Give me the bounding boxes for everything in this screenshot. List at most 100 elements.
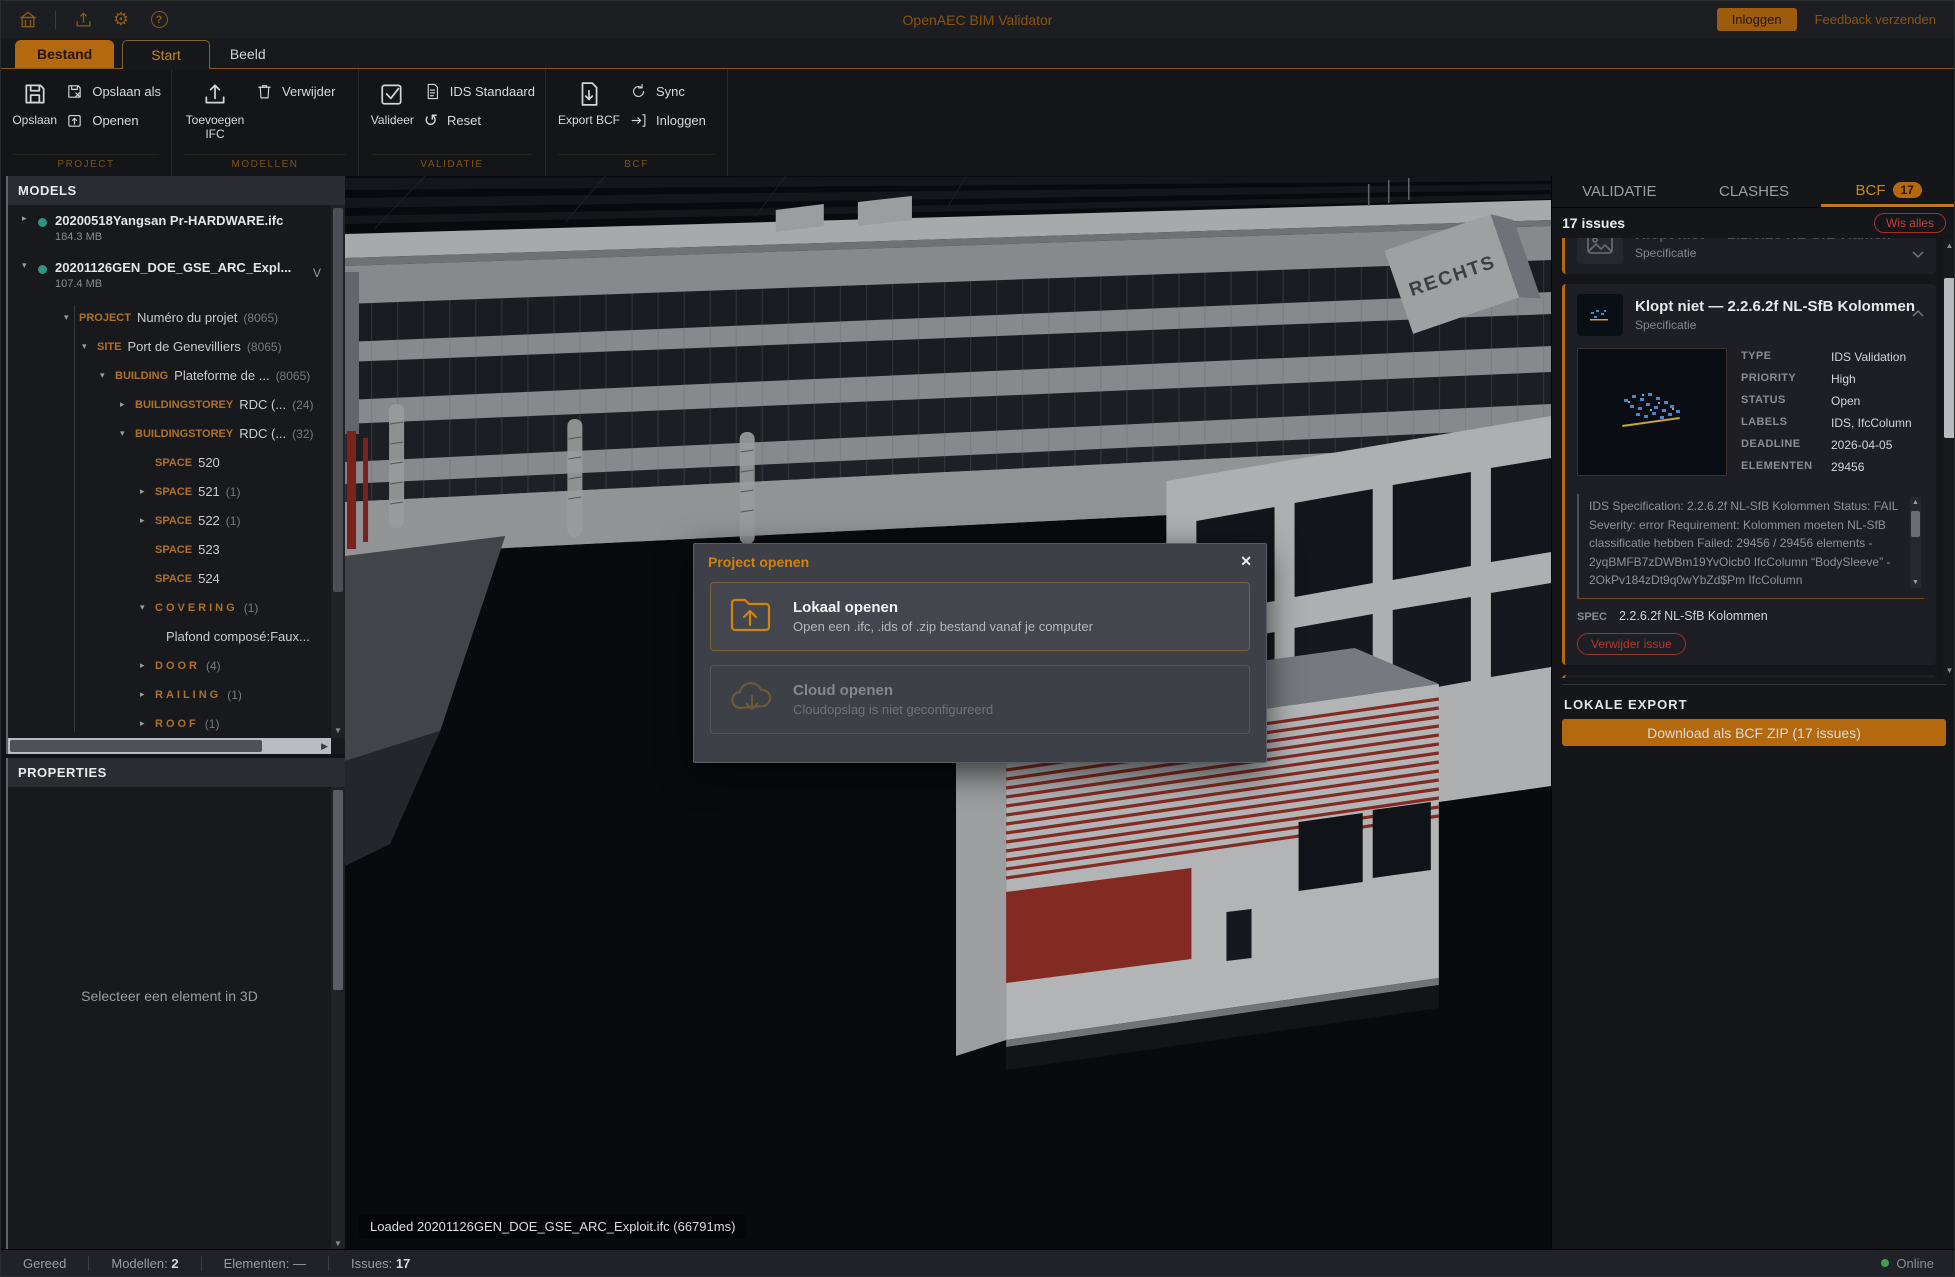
- expand-arrow-icon[interactable]: ▾: [140, 602, 155, 613]
- tab-bestand[interactable]: Bestand: [15, 40, 114, 68]
- issue-preview-image[interactable]: [1577, 348, 1727, 476]
- divider: [55, 11, 56, 29]
- tab-start[interactable]: Start: [122, 40, 210, 69]
- scroll-up-arrow-icon[interactable]: ▲: [1943, 241, 1955, 250]
- tab-bcf[interactable]: BCF 17: [1821, 176, 1955, 207]
- tree-item-roof[interactable]: ▸ ROOF (1): [8, 709, 331, 738]
- save-icon: [22, 81, 48, 107]
- document-icon: [424, 83, 441, 100]
- scroll-down-arrow-icon[interactable]: ▼: [331, 1239, 345, 1248]
- tree-item-plafond[interactable]: Plafond composé:Faux...: [8, 622, 331, 651]
- scroll-thumb[interactable]: [1944, 278, 1955, 438]
- open-local-option[interactable]: Lokaal openen Open een .ifc, .ids of .zi…: [710, 582, 1250, 651]
- reset-button[interactable]: ↺ Reset: [424, 112, 535, 129]
- visibility-check[interactable]: V: [313, 266, 321, 280]
- upload-icon[interactable]: [72, 9, 94, 31]
- login-button[interactable]: Inloggen: [1717, 8, 1797, 31]
- tree-item-covering[interactable]: ▾ COVERING (1): [8, 593, 331, 622]
- expand-arrow-icon[interactable]: ▾: [100, 370, 115, 381]
- collapse-arrow-icon[interactable]: ▸: [140, 660, 155, 671]
- ids-standard-button[interactable]: IDS Standaard: [424, 83, 535, 100]
- models-vertical-scrollbar[interactable]: ▼: [331, 205, 345, 738]
- issue-card-main[interactable]: Klopt niet — 2.2.6.2f NL-SfB Kolommen Sp…: [1562, 284, 1936, 665]
- expand-arrow-icon[interactable]: ▾: [64, 312, 79, 323]
- scroll-thumb[interactable]: [333, 208, 343, 592]
- issue-card-next[interactable]: Klopt niet — 2.2.6.2g NL-SfB Balken Spec…: [1562, 675, 1936, 678]
- scroll-thumb[interactable]: [333, 790, 343, 990]
- tree-item-project[interactable]: ▾ PROJECT Numéro du projet (8065): [8, 303, 331, 332]
- issue-list-scrollbar[interactable]: ▲ ▼: [1943, 238, 1955, 678]
- group-project: Opslaan Opslaan als Openen PROJECT: [1, 69, 172, 176]
- models-horizontal-scrollbar[interactable]: ▶: [8, 738, 331, 754]
- local-export-header: LOKALE EXPORT: [1564, 697, 1688, 712]
- home-building-icon[interactable]: [17, 9, 39, 31]
- tab-validatie[interactable]: VALIDATIE: [1552, 176, 1687, 207]
- expand-arrow-icon[interactable]: ▾: [120, 428, 135, 439]
- save-as-button[interactable]: Opslaan als: [66, 83, 161, 100]
- clear-all-button[interactable]: Wis alles: [1874, 213, 1946, 233]
- tree-item-storey-2[interactable]: ▾ BUILDINGSTOREY RDC (... (32): [8, 419, 331, 448]
- model-status-dot: [38, 218, 47, 227]
- online-status: Online: [1881, 1256, 1934, 1271]
- scroll-thumb[interactable]: [1911, 511, 1920, 537]
- help-icon[interactable]: ?: [148, 9, 170, 31]
- collapse-arrow-icon[interactable]: ▸: [140, 486, 155, 497]
- delete-issue-button[interactable]: Verwijder issue: [1577, 633, 1686, 655]
- tree-item-door[interactable]: ▸ DOOR (4): [8, 651, 331, 680]
- chevron-up-icon[interactable]: [1912, 304, 1924, 322]
- tree-item-space-522[interactable]: ▸ SPACE 522 (1): [8, 506, 331, 535]
- load-status-toast: Loaded 20201126GEN_DOE_GSE_ARC_Exploit.i…: [359, 1214, 746, 1239]
- properties-vertical-scrollbar[interactable]: ▼: [331, 787, 345, 1251]
- tree-file-1[interactable]: ▸ 20200518Yangsan Pr-HARDWARE.ifc 184.3 …: [8, 209, 331, 256]
- tree-item-space-524[interactable]: SPACE 524: [8, 564, 331, 593]
- download-bcf-zip-button[interactable]: Download als BCF ZIP (17 issues): [1562, 719, 1946, 746]
- tree-file-2[interactable]: ▾ 20201126GEN_DOE_GSE_ARC_Expl... 107.4 …: [8, 256, 331, 303]
- expand-arrow-icon[interactable]: ▾: [82, 341, 97, 352]
- close-icon[interactable]: ✕: [1240, 553, 1252, 570]
- chevron-down-icon[interactable]: [1912, 246, 1924, 264]
- tree-item-building[interactable]: ▾ BUILDING Plateforme de ... (8065): [8, 361, 331, 390]
- tree-item-site[interactable]: ▾ SITE Port de Genevilliers (8065): [8, 332, 331, 361]
- issues-panel: VALIDATIE CLASHES BCF 17 17 issues Wis a…: [1551, 176, 1955, 1251]
- scroll-down-arrow-icon[interactable]: ▼: [1910, 579, 1921, 586]
- open-button[interactable]: Openen: [66, 112, 161, 129]
- models-panel: MODELS ▸ 20200518Yangsan Pr-HARDWARE.ifc…: [6, 176, 345, 754]
- issue-thumbnail: [1577, 294, 1623, 336]
- tab-clashes[interactable]: CLASHES: [1687, 176, 1822, 207]
- folder-upload-icon: [729, 595, 775, 638]
- scroll-thumb[interactable]: [10, 740, 262, 752]
- save-button[interactable]: Opslaan: [11, 77, 58, 127]
- dialog-title: Project openen: [708, 554, 809, 570]
- issue-description-box[interactable]: IDS Specification: 2.2.6.2f NL-SfB Kolom…: [1577, 494, 1924, 599]
- collapse-arrow-icon[interactable]: ▸: [22, 213, 37, 224]
- group-validatie: Valideer IDS Standaard ↺ Reset VALIDATIE: [359, 69, 546, 176]
- scroll-up-arrow-icon[interactable]: ▲: [1910, 499, 1921, 506]
- description-scrollbar[interactable]: ▲ ▼: [1910, 497, 1921, 588]
- collapse-arrow-icon[interactable]: ▸: [140, 515, 155, 526]
- tree-item-storey-1[interactable]: ▸ BUILDINGSTOREY RDC (... (24): [8, 390, 331, 419]
- tree-item-space-521[interactable]: ▸ SPACE 521 (1): [8, 477, 331, 506]
- export-bcf-button[interactable]: Export BCF: [556, 77, 622, 127]
- tree-item-space-523[interactable]: SPACE 523: [8, 535, 331, 564]
- tree-item-railing[interactable]: ▸ RAILING (1): [8, 680, 331, 709]
- expand-arrow-icon[interactable]: ▾: [22, 260, 37, 271]
- bcf-count-badge: 17: [1893, 182, 1922, 198]
- feedback-link[interactable]: Feedback verzenden: [1815, 12, 1936, 27]
- ribbon-login-button[interactable]: Inloggen: [630, 112, 706, 129]
- gear-icon[interactable]: ⚙: [110, 9, 132, 31]
- collapse-arrow-icon[interactable]: ▸: [140, 718, 155, 729]
- collapse-arrow-icon[interactable]: ▸: [140, 689, 155, 700]
- issue-card-prev[interactable]: Klopt niet — 2.2.6.2e NL-SfB Ramen Speci…: [1562, 238, 1936, 274]
- open-cloud-option[interactable]: Cloud openen Cloudopslag is niet geconfi…: [710, 665, 1250, 734]
- collapse-arrow-icon[interactable]: ▸: [120, 399, 135, 410]
- login-arrow-icon: [630, 112, 647, 129]
- tab-beeld[interactable]: Beeld: [210, 40, 286, 68]
- scroll-down-arrow-icon[interactable]: ▼: [1943, 666, 1955, 675]
- tree-item-space-520[interactable]: SPACE 520: [8, 448, 331, 477]
- add-ifc-button[interactable]: Toevoegen IFC: [182, 77, 248, 142]
- delete-button[interactable]: Verwijder: [256, 83, 335, 100]
- sync-button[interactable]: Sync: [630, 83, 706, 100]
- scroll-right-arrow-icon[interactable]: ▶: [321, 741, 328, 752]
- scroll-down-arrow-icon[interactable]: ▼: [331, 726, 345, 735]
- validate-button[interactable]: Valideer: [369, 77, 416, 127]
